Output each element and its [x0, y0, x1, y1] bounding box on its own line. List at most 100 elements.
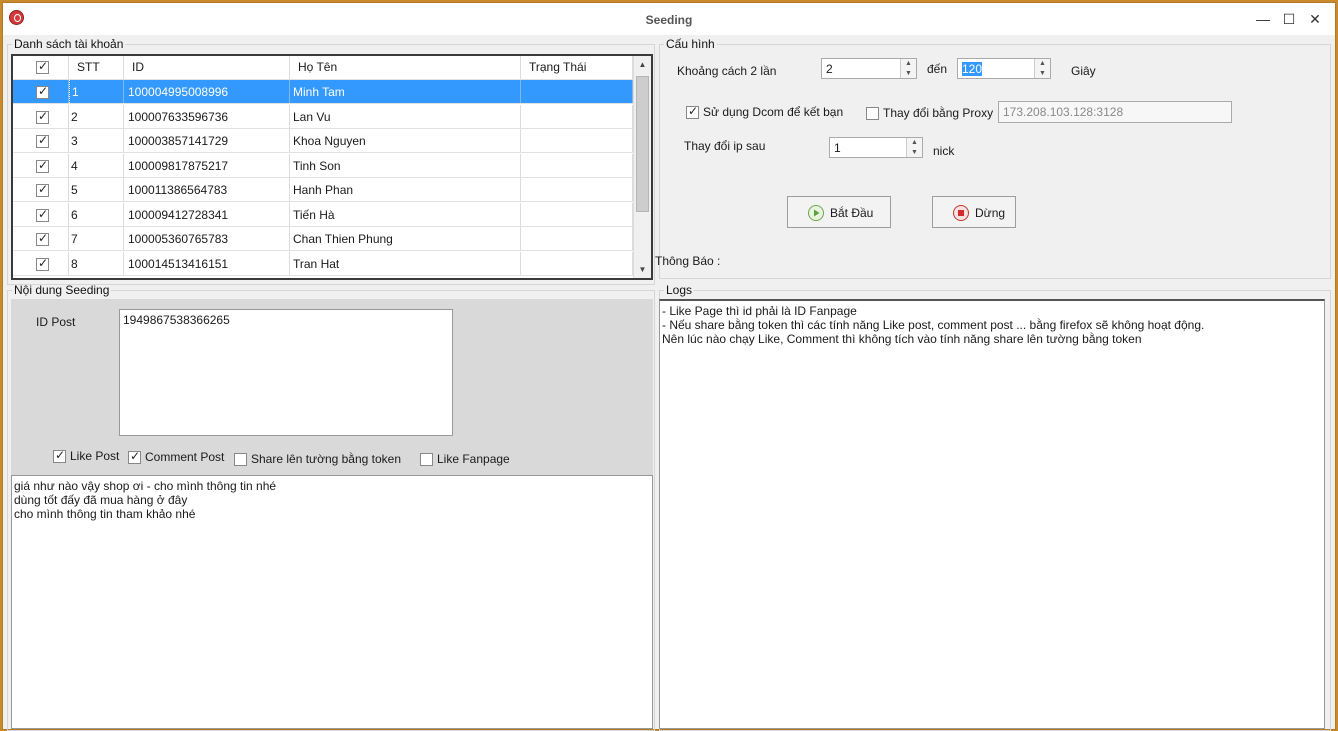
table-row[interactable]: 7100005360765783Chan Thien Phung	[13, 227, 633, 251]
header-id[interactable]: ID	[124, 56, 290, 79]
change-ip-spinner[interactable]: ▲ ▼	[906, 138, 922, 157]
row-checkbox[interactable]	[36, 207, 49, 222]
cell-status[interactable]	[521, 153, 633, 177]
table-row[interactable]: 6100009412728341Tiến Hà	[13, 202, 633, 227]
scroll-thumb[interactable]	[636, 76, 649, 212]
comment-line: giá như nào vậy shop ơi - cho mình thông…	[14, 479, 277, 493]
cell-stt[interactable]: 8	[69, 251, 124, 275]
log-line: - Nếu share bằng token thì các tính năng…	[662, 318, 1205, 332]
close-button[interactable]: ✕	[1303, 9, 1327, 29]
minimize-button[interactable]: —	[1251, 9, 1275, 29]
cell-name[interactable]: Minh Tam	[290, 80, 521, 103]
cell-status[interactable]	[521, 80, 633, 103]
table-row[interactable]: 4100009817875217Tinh Son	[13, 153, 633, 178]
cell-status[interactable]	[521, 227, 633, 250]
row-checkbox[interactable]	[36, 182, 49, 198]
row-select-cell[interactable]	[13, 129, 69, 152]
row-select-cell[interactable]	[13, 104, 69, 128]
cell-name[interactable]: Tiến Hà	[290, 202, 521, 226]
cell-status[interactable]	[521, 202, 633, 226]
table-row[interactable]: 1100004995008996Minh Tam	[13, 80, 633, 104]
cell-stt[interactable]: 2	[69, 104, 124, 128]
scroll-down-icon[interactable]: ▼	[634, 261, 651, 278]
table-row[interactable]: 8100014513416151Tran Hat	[13, 251, 633, 276]
cell-stt[interactable]: 4	[69, 153, 124, 177]
header-stt[interactable]: STT	[69, 56, 124, 79]
grid-header: STT ID Họ Tên Trạng Thái	[13, 56, 633, 80]
table-row[interactable]: 2100007633596736Lan Vu	[13, 104, 633, 129]
like-fanpage-checkbox[interactable]: Like Fanpage	[420, 452, 510, 467]
header-status[interactable]: Trạng Thái	[521, 56, 633, 79]
id-post-input[interactable]: 1949867538366265	[119, 309, 453, 436]
row-checkbox[interactable]	[36, 158, 49, 173]
comments-textarea[interactable]: giá như nào vậy shop ơi - cho mình thông…	[11, 475, 653, 729]
cell-stt[interactable]: 6	[69, 202, 124, 226]
logs-textarea[interactable]: - Like Page thì id phải là ID Fanpage - …	[659, 299, 1325, 729]
cell-name[interactable]: Lan Vu	[290, 104, 521, 128]
row-select-cell[interactable]	[13, 178, 69, 201]
header-select-all[interactable]	[13, 56, 69, 79]
cell-stt[interactable]: 1	[69, 80, 124, 103]
row-checkbox[interactable]	[36, 256, 49, 271]
row-select-cell[interactable]	[13, 202, 69, 226]
cell-stt[interactable]: 3	[69, 129, 124, 152]
row-checkbox[interactable]	[36, 84, 49, 100]
cell-status[interactable]	[521, 104, 633, 128]
interval-to-spinner[interactable]: ▲ ▼	[1034, 59, 1050, 78]
cell-id[interactable]: 100009412728341	[124, 202, 290, 226]
row-checkbox[interactable]	[36, 231, 49, 247]
row-select-cell[interactable]	[13, 80, 69, 103]
proxy-input[interactable]: 173.208.103.128:3128	[998, 101, 1232, 123]
cell-id[interactable]: 100004995008996	[124, 80, 290, 103]
select-all-checkbox[interactable]	[36, 59, 49, 75]
cell-name[interactable]: Khoa Nguyen	[290, 129, 521, 152]
cell-name[interactable]: Hanh Phan	[290, 178, 521, 201]
table-row[interactable]: 5100011386564783Hanh Phan	[13, 178, 633, 202]
dcom-checkbox-box[interactable]	[686, 104, 699, 120]
cell-name[interactable]: Chan Thien Phung	[290, 227, 521, 250]
grid-scrollbar[interactable]: ▲ ▼	[633, 56, 651, 278]
share-token-checkbox[interactable]: Share lên tường bằng token	[234, 452, 401, 467]
cell-status[interactable]	[521, 129, 633, 152]
stop-button[interactable]: Dừng	[932, 196, 1016, 228]
like-fanpage-label: Like Fanpage	[437, 452, 510, 466]
cell-name[interactable]: Tran Hat	[290, 251, 521, 275]
like-post-checkbox[interactable]: Like Post	[53, 448, 120, 464]
proxy-checkbox[interactable]: Thay đổi bằng Proxy	[866, 106, 993, 121]
row-checkbox[interactable]	[36, 109, 49, 124]
comment-post-box[interactable]	[128, 449, 141, 465]
table-row[interactable]: 3100003857141729Khoa Nguyen	[13, 129, 633, 153]
cell-id[interactable]: 100005360765783	[124, 227, 290, 250]
cell-stt[interactable]: 7	[69, 227, 124, 250]
start-button[interactable]: Bắt Đầu	[787, 196, 891, 228]
like-fanpage-box[interactable]	[420, 453, 433, 467]
row-checkbox[interactable]	[36, 133, 49, 149]
like-post-box[interactable]	[53, 448, 66, 464]
header-name[interactable]: Họ Tên	[290, 56, 521, 79]
scroll-up-icon[interactable]: ▲	[634, 56, 651, 73]
cell-status[interactable]	[521, 251, 633, 275]
maximize-button[interactable]: ☐	[1277, 9, 1301, 29]
dcom-label: Sử dụng Dcom để kết bạn	[703, 105, 844, 119]
cell-id[interactable]: 100011386564783	[124, 178, 290, 201]
interval-to-input[interactable]: 120 ▲ ▼	[957, 58, 1051, 79]
cell-id[interactable]: 100014513416151	[124, 251, 290, 275]
interval-from-input[interactable]: 2 ▲ ▼	[821, 58, 917, 79]
comment-post-checkbox[interactable]: Comment Post	[128, 449, 224, 465]
proxy-checkbox-box[interactable]	[866, 107, 879, 121]
cell-stt[interactable]: 5	[69, 178, 124, 201]
cell-id[interactable]: 100009817875217	[124, 153, 290, 177]
row-select-cell[interactable]	[13, 153, 69, 177]
interval-from-spinner[interactable]: ▲ ▼	[900, 59, 916, 78]
change-ip-input[interactable]: 1 ▲ ▼	[829, 137, 923, 158]
dcom-checkbox[interactable]: Sử dụng Dcom để kết bạn	[686, 104, 844, 120]
row-select-cell[interactable]	[13, 251, 69, 275]
cell-id[interactable]: 100007633596736	[124, 104, 290, 128]
cell-status[interactable]	[521, 178, 633, 201]
accounts-grid[interactable]: STT ID Họ Tên Trạng Thái 110000499500899…	[11, 54, 653, 280]
cell-id[interactable]: 100003857141729	[124, 129, 290, 152]
like-post-label: Like Post	[70, 449, 120, 463]
share-token-box[interactable]	[234, 453, 247, 467]
row-select-cell[interactable]	[13, 227, 69, 250]
cell-name[interactable]: Tinh Son	[290, 153, 521, 177]
